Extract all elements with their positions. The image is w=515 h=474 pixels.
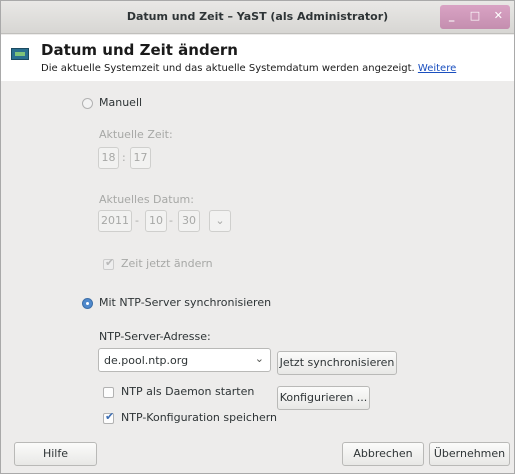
accept-button[interactable]: Übernehmen — [429, 442, 510, 466]
date-separator-2: - — [169, 214, 173, 227]
window-controls: _ □ ✕ — [440, 5, 510, 29]
checkmark-icon: ✔ — [105, 410, 115, 423]
day-field[interactable]: 30 — [178, 210, 200, 232]
checkmark-icon: ✔ — [105, 256, 115, 269]
maximize-button[interactable]: □ — [463, 5, 486, 29]
sync-now-button[interactable]: Jetzt synchronisieren — [277, 351, 397, 375]
dialog-footer: Hilfe Abbrechen Übernehmen — [1, 435, 514, 474]
ntp-server-label: NTP-Server-Adresse: — [99, 330, 211, 343]
hour-field[interactable]: 18 — [98, 147, 119, 169]
dialog-content: Manuell Aktuelle Zeit: 18 : 17 Aktuelles… — [1, 81, 514, 435]
dialog-header: Datum und Zeit ändern Die aktuelle Syste… — [1, 35, 514, 81]
ntp-radio[interactable] — [82, 298, 93, 309]
more-link[interactable]: Weitere — [418, 63, 456, 74]
ntp-server-combobox[interactable]: de.pool.ntp.org ⌄ — [98, 348, 271, 372]
month-field[interactable]: 10 — [145, 210, 167, 232]
page-description: Die aktuelle Systemzeit und das aktuelle… — [41, 63, 456, 74]
ntp-server-value: de.pool.ntp.org — [104, 354, 189, 367]
help-button[interactable]: Hilfe — [14, 442, 97, 466]
calendar-dropdown-button[interactable]: ⌄ — [209, 210, 231, 232]
ntp-radio-label[interactable]: Mit NTP-Server synchronisieren — [99, 296, 271, 309]
manual-radio[interactable] — [82, 98, 93, 109]
year-field[interactable]: 2011 — [98, 210, 132, 232]
window-title: Datum und Zeit – YaST (als Administrator… — [126, 10, 389, 23]
manual-radio-label[interactable]: Manuell — [99, 96, 142, 109]
configure-button[interactable]: Konfigurieren ... — [277, 386, 370, 410]
title-bar[interactable]: Datum und Zeit – YaST (als Administrator… — [1, 1, 514, 34]
date-separator-1: - — [135, 214, 139, 227]
current-time-label: Aktuelle Zeit: — [99, 128, 173, 141]
ntp-daemon-label[interactable]: NTP als Daemon starten — [121, 385, 254, 398]
change-time-now-checkbox[interactable]: ✔ — [103, 256, 115, 270]
current-date-label: Aktuelles Datum: — [99, 193, 194, 206]
minimize-button[interactable]: _ — [440, 5, 463, 29]
close-button[interactable]: ✕ — [487, 5, 510, 29]
description-text: Die aktuelle Systemzeit und das aktuelle… — [41, 63, 415, 74]
ntp-daemon-checkbox[interactable] — [103, 387, 114, 398]
cancel-button[interactable]: Abbrechen — [342, 442, 424, 466]
chevron-down-icon: ⌄ — [215, 214, 225, 227]
save-ntp-config-label[interactable]: NTP-Konfiguration speichern — [121, 411, 277, 424]
clock-calendar-icon — [11, 48, 29, 60]
yast-window: Datum und Zeit – YaST (als Administrator… — [0, 0, 515, 474]
save-ntp-config-checkbox[interactable]: ✔ — [103, 410, 115, 424]
change-time-now-label: Zeit jetzt ändern — [121, 257, 213, 270]
page-title: Datum und Zeit ändern — [41, 41, 238, 59]
time-separator: : — [122, 151, 126, 164]
chevron-down-icon: ⌄ — [254, 352, 264, 365]
minute-field[interactable]: 17 — [130, 147, 151, 169]
